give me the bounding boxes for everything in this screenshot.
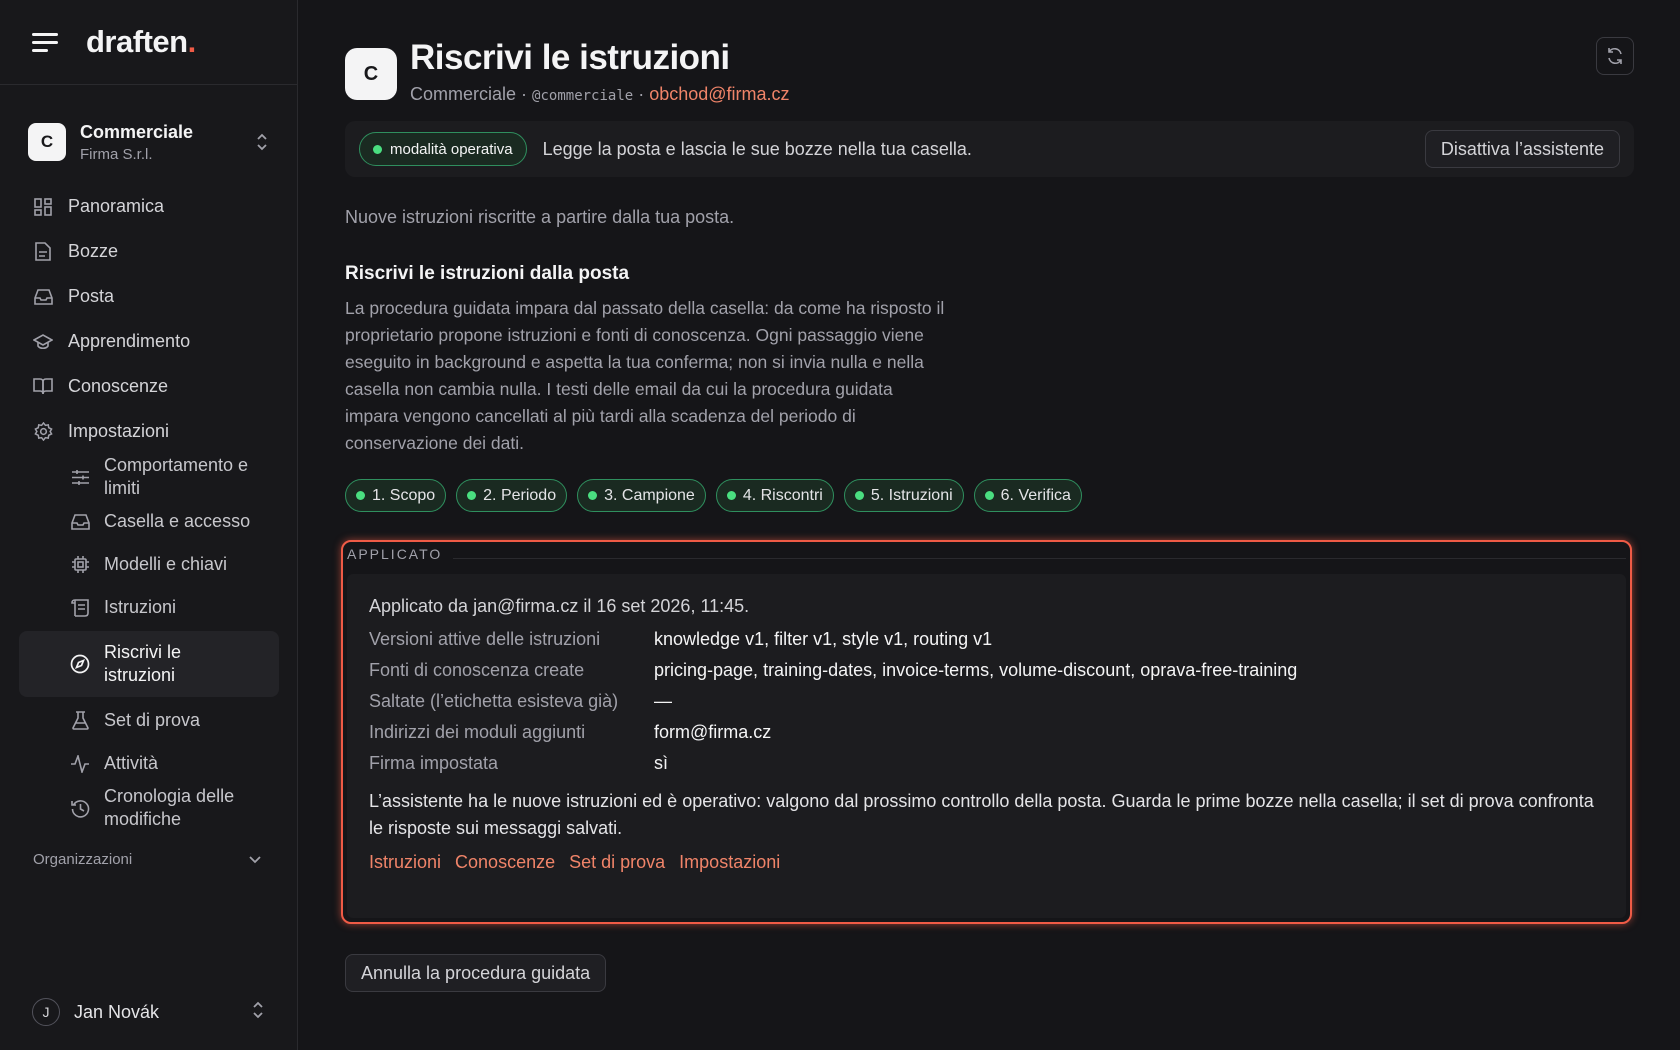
page-header: C Riscrivi le istruzioni Commerciale · @… bbox=[345, 38, 1634, 105]
deactivate-assistant-button[interactable]: Disattiva l’assistente bbox=[1424, 130, 1620, 168]
section-description: La procedura guidata impara dal passato … bbox=[345, 298, 945, 453]
step-verifica[interactable]: 6. Verifica bbox=[973, 479, 1082, 512]
user-menu[interactable]: J Jan Novák bbox=[32, 992, 265, 1032]
nav-item-posta[interactable]: Posta bbox=[0, 274, 297, 319]
scroll-icon bbox=[70, 598, 90, 618]
sidebar-item-casella[interactable]: Casella e accesso bbox=[0, 500, 297, 543]
sidebar-item-comportamento[interactable]: Comportamento e limiti bbox=[0, 454, 297, 500]
chevron-down-icon bbox=[249, 851, 261, 868]
handle: @commerciale bbox=[532, 88, 634, 104]
step-periodo[interactable]: 2. Periodo bbox=[456, 479, 568, 512]
sidebar-item-istruzioni[interactable]: Istruzioni bbox=[0, 586, 297, 629]
applied-panel: APPLICATO Applicato da jan@firma.cz il 1… bbox=[341, 540, 1632, 924]
inbox-icon bbox=[33, 287, 53, 307]
brand-bar: draften. bbox=[0, 0, 297, 85]
main-content: C Riscrivi le istruzioni Commerciale · @… bbox=[341, 0, 1634, 992]
user-name: Jan Novák bbox=[74, 1001, 160, 1022]
page-subtitle: Commerciale · @commerciale · obchod@firm… bbox=[410, 84, 790, 104]
nav-item-bozze[interactable]: Bozze bbox=[0, 229, 297, 274]
sidebar: draften. C Commerciale Firma S.r.l. Pano… bbox=[0, 0, 298, 1050]
sidebar-item-cronologia[interactable]: Cronologia delle modifiche bbox=[0, 785, 297, 831]
cancel-wizard-button[interactable]: Annulla la procedura guidata bbox=[345, 954, 607, 992]
workspace-switcher[interactable]: C Commerciale Firma S.r.l. bbox=[0, 118, 297, 166]
email-link[interactable]: obchod@firma.cz bbox=[649, 84, 789, 104]
book-icon bbox=[33, 377, 53, 397]
nav-item-conoscenze[interactable]: Conoscenze bbox=[0, 364, 297, 409]
step-campione[interactable]: 3. Campione bbox=[577, 479, 706, 512]
chevron-up-down-icon bbox=[251, 1001, 265, 1024]
nav-item-apprendimento[interactable]: Apprendimento bbox=[0, 319, 297, 364]
link-impostazioni[interactable]: Impostazioni bbox=[679, 852, 780, 873]
applied-label: APPLICATO bbox=[347, 546, 451, 562]
status-text: Legge la posta e lascia le sue bozze nel… bbox=[542, 138, 972, 159]
organizations-toggle[interactable]: Organizzazioni bbox=[0, 851, 297, 868]
document-icon bbox=[33, 242, 53, 262]
avatar: J bbox=[32, 998, 60, 1026]
section-title: Riscrivi le istruzioni dalla posta bbox=[345, 263, 630, 284]
chevron-up-down-icon bbox=[255, 133, 269, 151]
applied-details: Versioni attive delle istruzioni knowledg… bbox=[369, 629, 1298, 773]
applied-note: L’assistente ha le nuove istruzioni ed è… bbox=[369, 791, 1594, 838]
step-riscontri[interactable]: 4. Riscontri bbox=[715, 479, 834, 512]
link-set-di-prova[interactable]: Set di prova bbox=[569, 852, 665, 873]
compass-icon bbox=[70, 654, 90, 674]
nav-item-panoramica[interactable]: Panoramica bbox=[0, 184, 297, 229]
refresh-icon bbox=[1608, 48, 1622, 64]
status-badge: modalità operativa bbox=[359, 132, 527, 166]
sliders-icon bbox=[70, 467, 90, 487]
status-bar: modalità operativa Legge la posta e lasc… bbox=[345, 121, 1634, 177]
menu-icon[interactable] bbox=[32, 30, 62, 54]
flask-icon bbox=[70, 711, 90, 731]
history-icon bbox=[70, 798, 90, 818]
graduation-cap-icon bbox=[33, 332, 53, 352]
link-conoscenze[interactable]: Conoscenze bbox=[455, 852, 555, 873]
workspace-avatar: C bbox=[28, 123, 66, 161]
wizard-steps: 1. Scopo 2. Periodo 3. Campione 4. Risco… bbox=[345, 479, 1634, 512]
grid-icon bbox=[33, 197, 53, 217]
logo[interactable]: draften. bbox=[86, 24, 196, 60]
step-scopo[interactable]: 1. Scopo bbox=[345, 479, 447, 512]
inbox-icon bbox=[70, 512, 90, 532]
page-avatar: C bbox=[345, 48, 397, 100]
sidebar-item-riscrivi[interactable]: Riscrivi le istruzioni bbox=[19, 631, 279, 697]
activity-icon bbox=[70, 754, 90, 774]
sidebar-item-set-di-prova[interactable]: Set di prova bbox=[0, 699, 297, 742]
workspace-company: Firma S.r.l. bbox=[80, 145, 153, 163]
main-nav: Panoramica Bozze Posta Apprendimento Con… bbox=[0, 184, 297, 831]
sidebar-item-attivita[interactable]: Attività bbox=[0, 742, 297, 785]
workspace-name: Commerciale bbox=[80, 121, 194, 142]
sidebar-item-modelli[interactable]: Modelli e chiavi bbox=[0, 543, 297, 586]
applied-summary: Applicato da jan@firma.cz il 16 set 2026… bbox=[369, 596, 750, 616]
applied-links: Istruzioni Conoscenze Set di prova Impos… bbox=[369, 852, 1604, 873]
intro-text: Nuove istruzioni riscritte a partire dal… bbox=[345, 207, 735, 227]
step-istruzioni[interactable]: 5. Istruzioni bbox=[843, 479, 964, 512]
gear-icon bbox=[33, 422, 53, 442]
page-title: Riscrivi le istruzioni bbox=[410, 38, 730, 77]
link-istruzioni[interactable]: Istruzioni bbox=[369, 852, 441, 873]
organizations-label: Organizzazioni bbox=[33, 851, 133, 868]
nav-item-impostazioni[interactable]: Impostazioni bbox=[0, 409, 297, 454]
refresh-button[interactable] bbox=[1596, 37, 1634, 75]
chip-icon bbox=[70, 555, 90, 575]
